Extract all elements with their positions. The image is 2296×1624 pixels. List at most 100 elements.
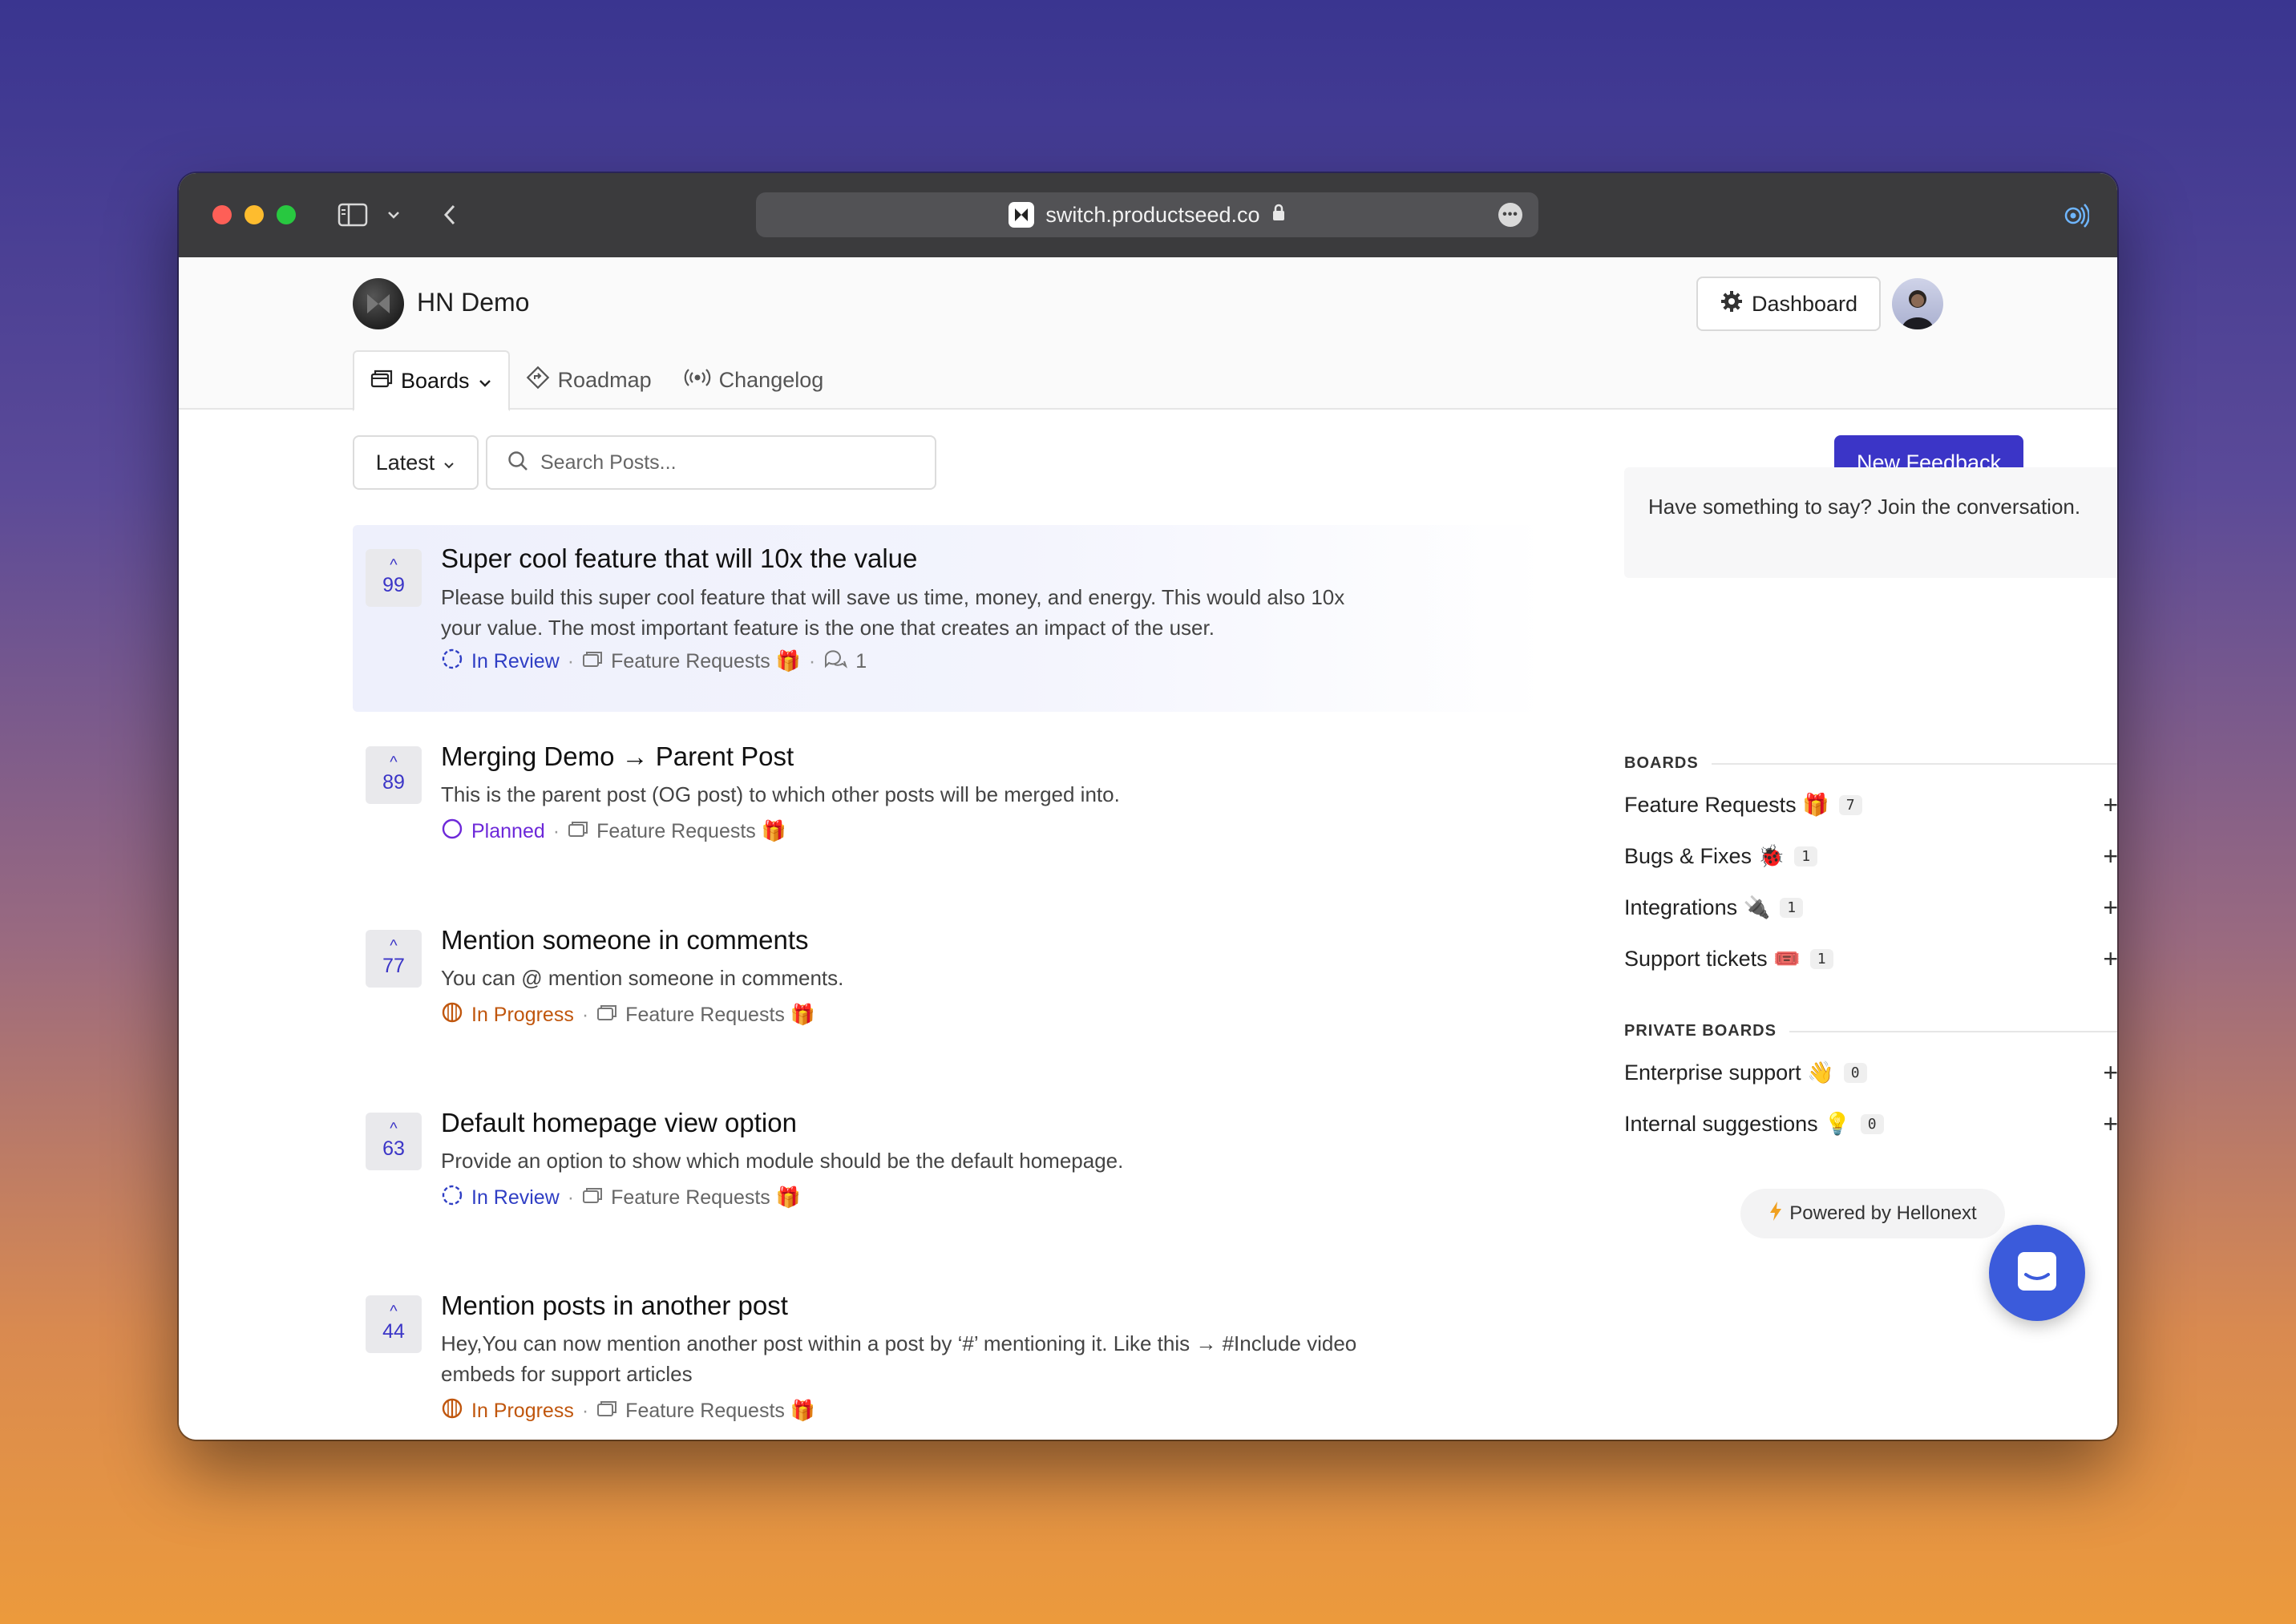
upvote-button[interactable]: ^ 44 (366, 1295, 422, 1353)
sidebar-toggle-icon[interactable] (335, 200, 370, 229)
plus-icon[interactable]: + (2103, 790, 2117, 820)
sidebar-board-item[interactable]: Support tickets 🎟️ 1 + (1624, 944, 2117, 974)
post-item[interactable]: ^ 63 Default homepage view option Provid… (353, 1095, 1547, 1278)
post-board-label[interactable]: Feature Requests 🎁 (596, 820, 786, 843)
board-icon (596, 1400, 617, 1423)
post-board-label[interactable]: Feature Requests 🎁 (625, 1004, 815, 1027)
status-badge[interactable]: In Review (471, 1186, 560, 1210)
upvote-arrow-icon: ^ (390, 1302, 398, 1320)
plus-icon[interactable]: + (2103, 842, 2117, 871)
post-board-label[interactable]: Feature Requests 🎁 (625, 1400, 815, 1423)
tab-boards[interactable]: Boards (353, 350, 510, 411)
divider (1789, 1030, 2117, 1032)
post-board-label[interactable]: Feature Requests 🎁 (611, 1186, 801, 1210)
board-icon (582, 1186, 603, 1210)
sidebar-board-item[interactable]: Integrations 🔌 1 + (1624, 893, 2117, 923)
search-input[interactable] (540, 450, 909, 475)
chat-icon (2013, 1247, 2061, 1299)
post-item[interactable]: ^ 77 Mention someone in comments You can… (353, 912, 1547, 1095)
post-title[interactable]: Merging Demo → Parent Post (441, 741, 794, 772)
browser-toolbar: switch.productseed.co ••• (179, 173, 2117, 257)
status-badge[interactable]: In Review (471, 650, 560, 673)
chevron-down-icon (443, 450, 455, 475)
status-badge[interactable]: In Progress (471, 1400, 574, 1423)
upvote-button[interactable]: ^ 63 (366, 1113, 422, 1170)
site-favicon-icon (1009, 202, 1035, 228)
brand-name[interactable]: HN Demo (417, 288, 529, 317)
privacy-report-icon[interactable] (2056, 199, 2090, 232)
post-title[interactable]: Mention posts in another post (441, 1291, 788, 1321)
plus-icon[interactable]: + (2103, 1058, 2117, 1088)
brand-logo[interactable] (353, 278, 404, 329)
powered-by-badge[interactable]: Powered by Hellonext (1740, 1189, 2005, 1238)
plus-icon[interactable]: + (2103, 1109, 2117, 1139)
boards-heading: BOARDS (1624, 754, 2117, 773)
post-item[interactable]: ^ 44 Mention posts in another post Hey,Y… (353, 1278, 1547, 1440)
roadmap-icon (526, 366, 550, 395)
private-boards-heading: PRIVATE BOARDS (1624, 1022, 2117, 1040)
address-bar[interactable]: switch.productseed.co ••• (756, 192, 1538, 237)
page-content: HN Demo Dashboard Boards Roadmap Changel… (179, 257, 2117, 1440)
post-description: You can @ mention someone in comments. (441, 966, 844, 990)
upvote-button[interactable]: ^ 99 (366, 549, 422, 607)
post-item[interactable]: ^ 89 Merging Demo → Parent Post This is … (353, 712, 1547, 912)
board-count: 0 (1860, 1113, 1884, 1134)
board-icon (582, 650, 603, 673)
chat-widget-button[interactable] (1989, 1225, 2085, 1321)
join-conversation-card: Have something to say? Join the conversa… (1624, 467, 2117, 578)
upvote-arrow-icon: ^ (390, 555, 398, 574)
post-description: Please build this super cool feature tha… (441, 585, 1345, 640)
post-description: This is the parent post (OG post) to whi… (441, 782, 1120, 806)
tab-roadmap[interactable]: Roadmap (510, 350, 668, 410)
site-header: HN Demo Dashboard Boards Roadmap Changel… (179, 257, 2117, 411)
board-label: Internal suggestions 💡 (1624, 1112, 1851, 1136)
post-item[interactable]: ^ 99 Super cool feature that will 10x th… (353, 525, 1547, 712)
separator-dot: · (552, 820, 560, 842)
sidebar-board-item[interactable]: Bugs & Fixes 🐞 1 + (1624, 842, 2117, 871)
separator-dot: · (808, 650, 816, 673)
sort-label: Latest (375, 450, 435, 475)
search-icon (507, 450, 529, 476)
post-title[interactable]: Super cool feature that will 10x the val… (441, 543, 917, 574)
board-count: 0 (1843, 1062, 1867, 1083)
sidebar-private-board-item[interactable]: Internal suggestions 💡 0 + (1624, 1109, 2117, 1139)
in-progress-status-icon (441, 1397, 463, 1425)
zoom-window-button[interactable] (277, 205, 296, 224)
search-box[interactable] (486, 435, 936, 490)
tab-changelog[interactable]: Changelog (668, 350, 840, 410)
plus-icon[interactable]: + (2103, 944, 2117, 974)
back-arrow-icon[interactable] (435, 200, 464, 229)
vote-count: 89 (382, 770, 405, 794)
sort-dropdown[interactable]: Latest (353, 435, 479, 490)
post-list: ^ 99 Super cool feature that will 10x th… (353, 525, 1547, 1440)
upvote-arrow-icon: ^ (390, 936, 398, 955)
in-review-status-icon (441, 1184, 463, 1212)
vote-count: 99 (382, 573, 405, 596)
boards-heading-label: BOARDS (1624, 754, 1699, 772)
board-label: Bugs & Fixes 🐞 (1624, 844, 1785, 868)
chevron-down-icon[interactable] (384, 205, 403, 224)
status-badge[interactable]: In Progress (471, 1004, 574, 1027)
upvote-button[interactable]: ^ 89 (366, 746, 422, 804)
user-avatar[interactable] (1892, 278, 1943, 329)
sidebar-private-board-item[interactable]: Enterprise support 👋 0 + (1624, 1058, 2117, 1088)
in-progress-status-icon (441, 1001, 463, 1029)
post-board-label[interactable]: Feature Requests 🎁 (611, 650, 801, 673)
board-label: Enterprise support 👋 (1624, 1060, 1834, 1085)
plus-icon[interactable]: + (2103, 893, 2117, 923)
dashboard-button[interactable]: Dashboard (1696, 277, 1881, 331)
board-label: Integrations 🔌 (1624, 895, 1771, 919)
boards-icon (370, 369, 393, 394)
lightning-icon (1768, 1201, 1783, 1227)
close-window-button[interactable] (212, 205, 232, 224)
post-title[interactable]: Default homepage view option (441, 1108, 797, 1138)
sidebar-board-item[interactable]: Feature Requests 🎁 7 + (1624, 790, 2117, 820)
minimize-window-button[interactable] (245, 205, 264, 224)
upvote-button[interactable]: ^ 77 (366, 930, 422, 988)
status-badge[interactable]: Planned (471, 820, 545, 843)
tab-changelog-label: Changelog (718, 367, 824, 392)
post-title[interactable]: Mention someone in comments (441, 925, 809, 955)
separator-dot: · (567, 650, 575, 673)
board-count: 7 (1838, 794, 1862, 815)
page-menu-icon[interactable]: ••• (1498, 203, 1522, 227)
